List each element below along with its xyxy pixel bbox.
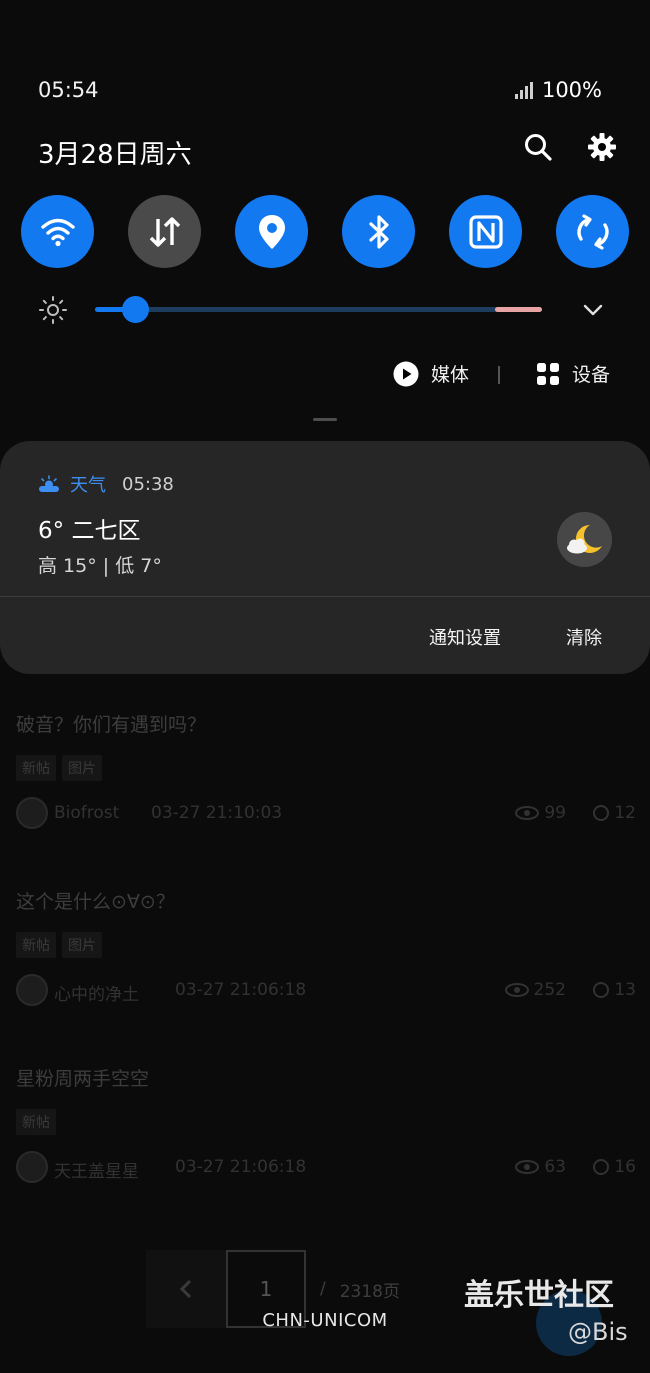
post-views: 99	[544, 803, 566, 823]
tag: 新帖	[16, 755, 56, 781]
media-label: 媒体	[431, 364, 470, 386]
date-label: 3月28日周六	[38, 140, 192, 170]
post-author: 心中的净土	[54, 985, 139, 1005]
devices-label: 设备	[572, 364, 611, 386]
page-separator: /	[320, 1279, 326, 1299]
post-title: 这个是什么⊙∀⊙？	[16, 891, 175, 913]
post-replies: 13	[614, 980, 636, 1000]
chevron-left-icon	[179, 1279, 192, 1299]
status-indicators: 100%	[514, 78, 602, 102]
nfc-icon	[468, 214, 503, 249]
brightness-high-zone	[495, 307, 542, 312]
avatar	[16, 797, 48, 829]
notification-settings-button[interactable]: 通知设置	[429, 624, 501, 650]
eye-icon	[504, 983, 529, 997]
media-button[interactable]: 媒体	[393, 360, 469, 387]
page-total: 2318页	[339, 1281, 400, 1302]
post-author: Biofrost	[54, 803, 120, 823]
bluetooth-toggle[interactable]	[342, 195, 415, 268]
location-toggle[interactable]	[235, 195, 308, 268]
auto-rotate-toggle[interactable]	[556, 195, 629, 268]
list-item: 这个是什么⊙∀⊙？ 新帖 图片 心中的净土 03-27 21:06:18 252…	[16, 887, 636, 1008]
post-time: 03-27 21:06:18	[175, 980, 307, 1000]
devices-grid-icon	[537, 362, 559, 385]
list-item: 破音？你们有遇到吗？ 新帖 图片 Biofrost 03-27 21:10:03…	[16, 710, 636, 831]
post-replies: 12	[614, 803, 636, 823]
post-time: 03-27 21:10:03	[151, 803, 283, 823]
eye-icon	[515, 1160, 540, 1174]
post-replies: 16	[614, 1157, 636, 1177]
play-icon	[393, 361, 419, 386]
panel-drag-handle[interactable]	[313, 418, 337, 421]
post-views: 63	[544, 1157, 566, 1177]
post-title: 星粉周两手空空	[16, 1068, 150, 1090]
search-icon	[525, 134, 552, 161]
wifi-icon	[40, 218, 75, 246]
signal-icon	[514, 82, 533, 99]
divider	[498, 366, 500, 384]
eye-icon	[515, 806, 540, 820]
chevron-down-icon[interactable]	[580, 298, 606, 322]
settings-button[interactable]	[585, 130, 619, 164]
weather-app-icon	[39, 475, 59, 492]
brightness-slider-track[interactable]	[95, 307, 542, 312]
bluetooth-icon	[368, 214, 389, 249]
nfc-toggle[interactable]	[449, 195, 522, 268]
devices-button[interactable]: 设备	[536, 360, 610, 387]
app-name: 天气	[70, 475, 106, 496]
brightness-icon	[39, 296, 67, 324]
rotate-icon	[576, 213, 609, 250]
avatar	[16, 974, 48, 1006]
gear-icon	[588, 133, 616, 161]
weather-condition-badge	[557, 512, 612, 567]
post-views: 252	[533, 980, 566, 1000]
post-time: 03-27 21:06:18	[175, 1157, 307, 1177]
background-forum-list: 破音？你们有遇到吗？ 新帖 图片 Biofrost 03-27 21:10:03…	[0, 0, 650, 1373]
moon-cloud-icon	[567, 524, 602, 554]
temperature-location: 6° 二七区	[38, 518, 141, 544]
comment-icon	[593, 982, 610, 998]
notification-time: 05:38	[122, 473, 174, 495]
comment-icon	[593, 805, 610, 821]
post-title: 破音？你们有遇到吗？	[16, 714, 207, 736]
battery-percent: 100%	[541, 78, 602, 102]
brightness-slider-thumb[interactable]	[121, 296, 149, 323]
tag: 图片	[62, 932, 102, 958]
card-divider	[0, 596, 650, 597]
status-time: 05:54	[38, 78, 99, 102]
notification-header: 天气 05:38	[38, 471, 174, 497]
tag: 新帖	[16, 1109, 56, 1135]
wifi-toggle[interactable]	[21, 195, 94, 268]
clear-notification-button[interactable]: 清除	[566, 624, 602, 650]
comment-icon	[593, 1159, 610, 1175]
weather-notification[interactable]: 天气 05:38 6° 二七区 高 15° | 低 7° 通知设置 清除	[0, 441, 650, 674]
list-item: 星粉周两手空空 新帖 天王盖星星 03-27 21:06:18 63 16	[16, 1064, 636, 1185]
data-transfer-icon	[149, 216, 180, 247]
post-author: 天王盖星星	[54, 1162, 139, 1182]
avatar	[16, 1151, 48, 1183]
watermark-handle: @Bis	[568, 1318, 628, 1346]
tag: 新帖	[16, 932, 56, 958]
location-pin-icon	[258, 214, 285, 249]
watermark-title: 盖乐世社区	[464, 1278, 614, 1313]
high-low-temperature: 高 15° | 低 7°	[38, 555, 162, 577]
search-button[interactable]	[521, 130, 555, 164]
tag: 图片	[62, 755, 102, 781]
mobile-data-toggle[interactable]	[128, 195, 201, 268]
